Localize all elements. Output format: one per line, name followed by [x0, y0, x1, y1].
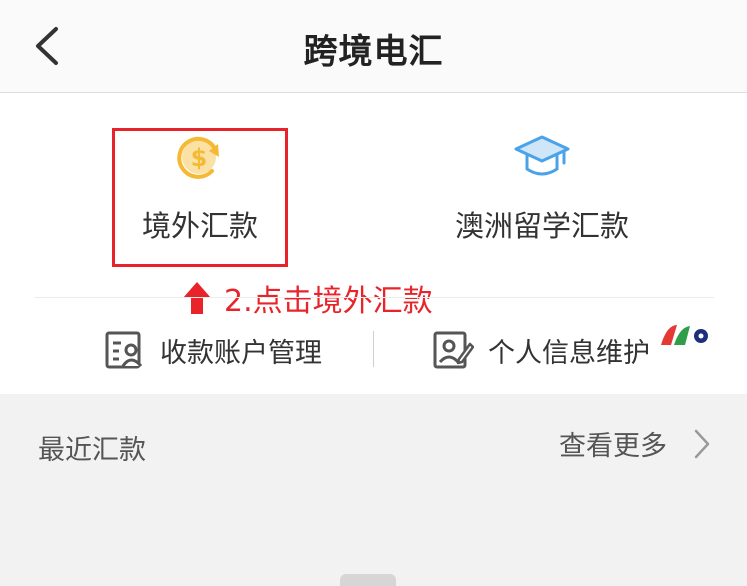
- link-separator: [373, 331, 374, 367]
- page-title: 跨境电汇: [303, 32, 444, 72]
- personal-info-label: 个人信息维护: [488, 337, 650, 369]
- bottom-handle: [340, 574, 396, 586]
- service-panel: $ 境外汇款 澳洲留学汇款 2.点击境外汇款 收款账户管理 个人信息维护: [0, 93, 747, 394]
- recent-remittance-header: 最近汇款 查看更多: [0, 420, 747, 476]
- australia-study-remittance-label: 澳洲留学汇款: [454, 209, 629, 243]
- graduation-cap-icon: [514, 129, 570, 185]
- overseas-remittance-label: 境外汇款: [141, 209, 258, 243]
- brand-logo: [661, 325, 708, 345]
- overseas-remittance-tile[interactable]: $ 境外汇款: [110, 129, 290, 245]
- contact-card-icon: [105, 331, 143, 369]
- view-more-label: 查看更多: [559, 431, 667, 462]
- chevron-right-icon: [694, 429, 710, 458]
- recent-remittance-title: 最近汇款: [38, 435, 146, 466]
- arrow-up-icon: [183, 282, 211, 314]
- divider: [34, 297, 714, 298]
- australia-study-remittance-tile[interactable]: 澳洲留学汇款: [440, 129, 644, 245]
- edit-profile-icon: [433, 331, 474, 369]
- instruction-text: 2.点击境外汇款: [224, 284, 433, 319]
- instruction-annotation: 2.点击境外汇款: [182, 276, 433, 320]
- dollar-cycle-icon: $: [172, 129, 228, 185]
- personal-info-link[interactable]: 个人信息维护: [432, 325, 650, 375]
- payee-account-management-link[interactable]: 收款账户管理: [104, 325, 322, 375]
- top-bar: 跨境电汇: [0, 0, 747, 93]
- svg-text:$: $: [191, 144, 208, 172]
- view-more-button[interactable]: 查看更多: [559, 424, 711, 463]
- payee-account-management-label: 收款账户管理: [160, 337, 322, 369]
